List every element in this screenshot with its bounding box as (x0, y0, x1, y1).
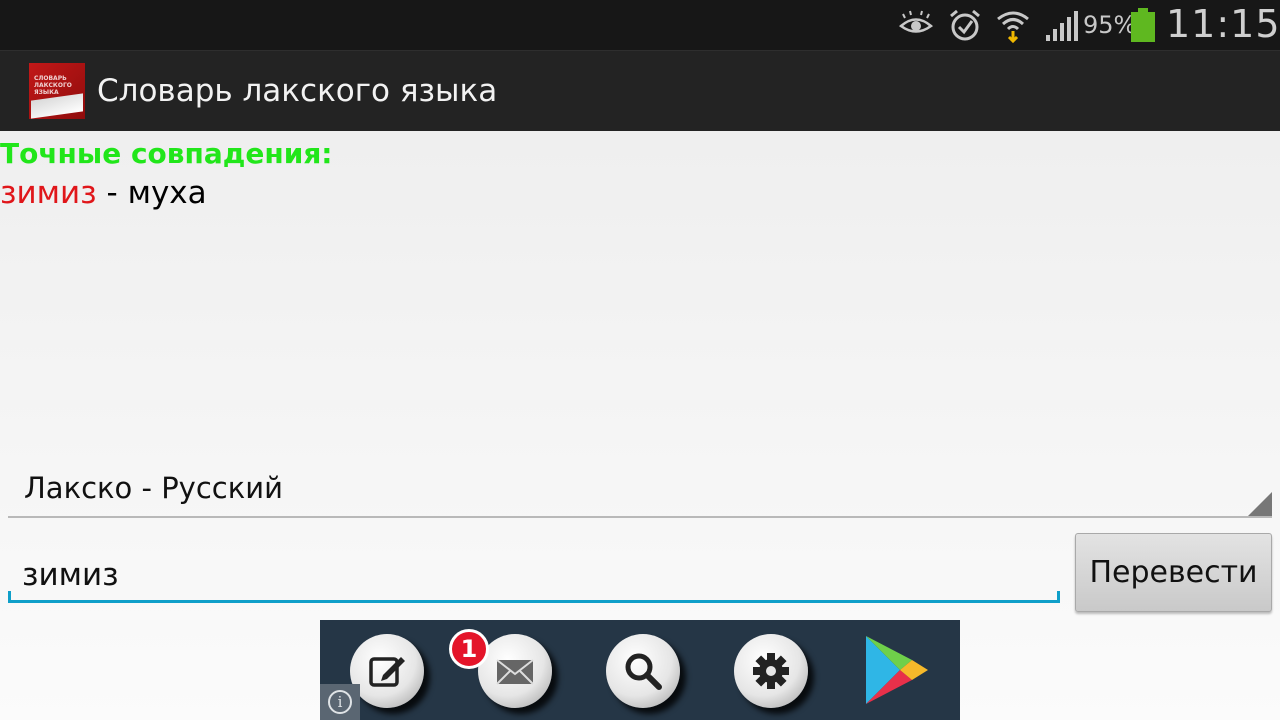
signal-icon (1046, 11, 1078, 41)
result-separator: - (96, 175, 128, 211)
action-bar: СЛОВАРЬ ЛАКСКОГО ЯЗЫКА Словарь лакского … (0, 50, 1280, 131)
alarm-icon (950, 9, 980, 41)
wifi-icon (997, 11, 1029, 43)
app-icon-text: СЛОВАРЬ ЛАКСКОГО ЯЗЫКА (34, 75, 72, 96)
battery-icon (1131, 8, 1155, 42)
info-icon: i (328, 690, 352, 714)
search-icon (625, 653, 662, 690)
gear-icon (753, 653, 789, 689)
ad-edit-button[interactable] (350, 634, 424, 708)
translate-button[interactable]: Перевести (1075, 533, 1272, 612)
ad-settings-button[interactable] (734, 634, 808, 708)
result-word: зимиз (0, 175, 97, 211)
ad-info-button[interactable]: i (320, 684, 360, 720)
search-input-container (8, 550, 1060, 603)
app-icon: СЛОВАРЬ ЛАКСКОГО ЯЗЫКА (29, 63, 85, 119)
clock: 11:15 (1166, 2, 1280, 46)
search-input[interactable] (22, 554, 1042, 596)
eye-icon (898, 10, 934, 33)
edit-icon (369, 657, 405, 687)
results-heading: Точные совпадения: (0, 137, 333, 170)
language-spinner-value: Лакско - Русский (24, 471, 283, 505)
ad-banner[interactable]: 1 i (320, 620, 960, 720)
play-store-icon[interactable] (860, 632, 932, 708)
ad-mail-button[interactable] (478, 634, 552, 708)
ad-search-button[interactable] (606, 634, 680, 708)
result-item: зимиз - муха (0, 175, 207, 211)
app-title: Словарь лакского языка (97, 73, 498, 109)
status-bar: 95% 11:15 (0, 0, 1280, 50)
spinner-arrow-icon (1248, 492, 1272, 516)
language-spinner[interactable]: Лакско - Русский (8, 460, 1272, 518)
mail-icon (496, 659, 534, 685)
app-icon-page (31, 93, 83, 119)
result-translation: муха (127, 175, 207, 211)
notification-badge: 1 (449, 629, 489, 669)
